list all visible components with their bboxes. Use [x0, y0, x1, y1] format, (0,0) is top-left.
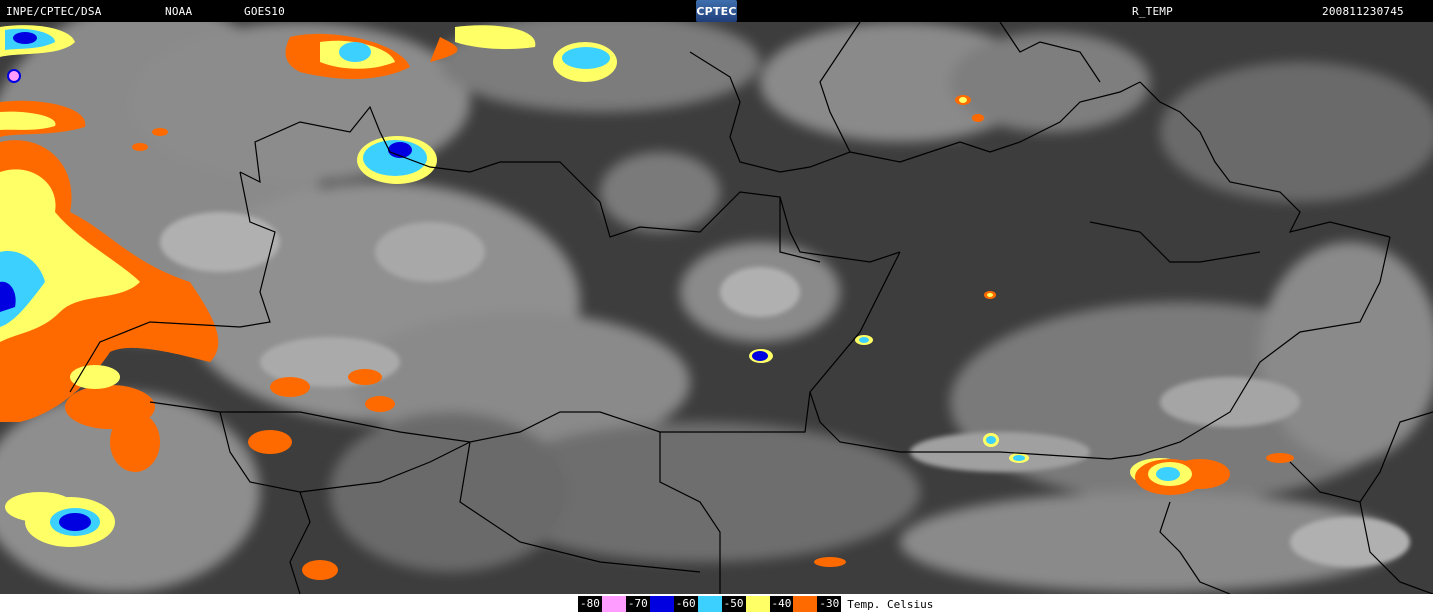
legend-item-minus-60: -60 — [673, 594, 722, 614]
legend-unit-label: Temp. Celsius — [847, 597, 934, 611]
legend-value: -80 — [578, 596, 602, 612]
satellite-image-viewer: INPE/CPTEC/DSA NOAA GOES10 CPTEC R_TEMP … — [0, 0, 1433, 614]
satellite-map — [0, 22, 1433, 594]
legend-item-minus-40: -40 — [769, 594, 818, 614]
timestamp-label: 200811230745 — [1322, 5, 1404, 18]
legend-swatch — [793, 596, 818, 612]
satellite-label: GOES10 — [244, 5, 285, 18]
temperature-legend: -80 -70 -60 -50 -40 -30 Temp. Celsius — [578, 594, 933, 614]
legend-value: -60 — [673, 596, 698, 612]
legend-item-minus-50: -50 — [721, 594, 770, 614]
legend-value: -30 — [817, 596, 842, 612]
legend-value: -40 — [769, 596, 794, 612]
legend-bar: -80 -70 -60 -50 -40 -30 Temp. Celsius — [0, 594, 1433, 614]
institution-label: INPE/CPTEC/DSA — [6, 5, 102, 18]
legend-value: -50 — [721, 596, 746, 612]
header-bar: INPE/CPTEC/DSA NOAA GOES10 CPTEC R_TEMP … — [0, 0, 1433, 22]
legend-item-minus-80: -80 — [578, 594, 626, 614]
cptec-logo: CPTEC — [696, 0, 737, 22]
agency-label: NOAA — [165, 5, 193, 18]
legend-swatch — [649, 596, 674, 612]
legend-value: -70 — [625, 596, 650, 612]
legend-swatch — [697, 596, 722, 612]
product-label: R_TEMP — [1132, 5, 1173, 18]
legend-swatch — [601, 596, 626, 612]
legend-item-minus-30: -30 — [817, 594, 842, 614]
legend-item-minus-70: -70 — [625, 594, 674, 614]
legend-swatch — [745, 596, 770, 612]
